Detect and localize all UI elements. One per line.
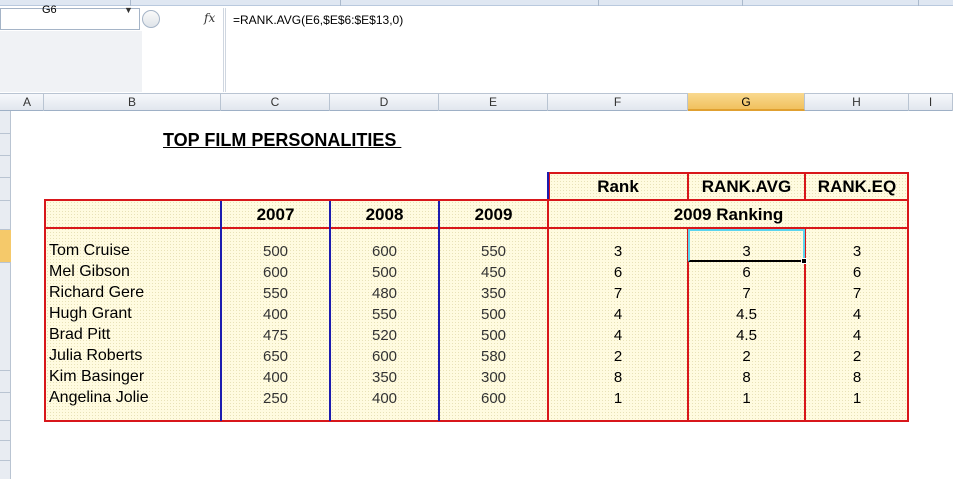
rank-value[interactable]: 4 [548, 327, 688, 344]
rank-eq-value[interactable]: 4 [805, 327, 909, 344]
score-2007[interactable]: 650 [221, 348, 330, 365]
rank-avg-value[interactable]: 7 [688, 285, 805, 302]
score-2009[interactable]: 300 [439, 369, 548, 386]
year-header-2009[interactable]: 2009 [439, 205, 548, 225]
column-header-f[interactable]: F [548, 93, 688, 111]
score-2008[interactable]: 400 [330, 390, 439, 407]
rank-eq-value[interactable]: 8 [805, 369, 909, 386]
insert-function-icon[interactable]: fx [204, 11, 215, 25]
score-2008[interactable]: 550 [330, 306, 439, 323]
score-2009[interactable]: 580 [439, 348, 548, 365]
score-2007[interactable]: 400 [221, 306, 330, 323]
row-header-selected[interactable] [0, 229, 11, 262]
column-header-h[interactable]: H [805, 93, 909, 111]
score-2009[interactable]: 450 [439, 264, 548, 281]
rank-eq-value[interactable]: 2 [805, 348, 909, 365]
rank-avg-value[interactable]: 4.5 [688, 327, 805, 344]
actor-name[interactable]: Richard Gere [49, 284, 144, 302]
rank-value[interactable]: 8 [548, 369, 688, 386]
row-divider [0, 133, 11, 134]
rank-eq-value[interactable]: 4 [805, 306, 909, 323]
score-2007[interactable]: 550 [221, 285, 330, 302]
column-header-c[interactable]: C [221, 93, 330, 111]
row-divider [0, 440, 11, 441]
actor-name[interactable]: Brad Pitt [49, 326, 110, 344]
name-box-value: G6 [42, 4, 57, 16]
score-2008[interactable]: 600 [330, 243, 439, 260]
score-2007[interactable]: 250 [221, 390, 330, 407]
rank-value[interactable]: 6 [548, 264, 688, 281]
score-2008[interactable]: 600 [330, 348, 439, 365]
row-divider [0, 460, 11, 461]
score-2007[interactable]: 500 [221, 243, 330, 260]
column-header-i[interactable]: I [909, 93, 953, 111]
rank-value[interactable]: 3 [548, 243, 688, 260]
rank-avg-value[interactable]: 4.5 [688, 306, 805, 323]
active-cell-selection[interactable] [688, 229, 805, 262]
score-2007[interactable]: 600 [221, 264, 330, 281]
chevron-down-icon[interactable]: ▼ [124, 5, 133, 15]
row-divider [0, 155, 11, 156]
rank-avg-value[interactable]: 6 [688, 264, 805, 281]
actor-name[interactable]: Kim Basinger [49, 368, 144, 386]
fill-handle[interactable] [801, 258, 807, 264]
score-2007[interactable]: 400 [221, 369, 330, 386]
row-divider [0, 392, 11, 393]
row-header-strip[interactable] [0, 111, 11, 479]
score-2008[interactable]: 480 [330, 285, 439, 302]
actor-name[interactable]: Angelina Jolie [49, 389, 149, 407]
column-header-g[interactable]: G [688, 93, 805, 111]
score-2009[interactable]: 500 [439, 327, 548, 344]
score-2009[interactable]: 600 [439, 390, 548, 407]
column-header-a[interactable]: A [11, 93, 44, 111]
name-box[interactable] [0, 8, 140, 30]
rank-avg-value[interactable]: 1 [688, 390, 805, 407]
score-2008[interactable]: 500 [330, 264, 439, 281]
rank-eq-value[interactable]: 7 [805, 285, 909, 302]
actor-name[interactable]: Julia Roberts [49, 347, 142, 365]
formula-text: =RANK.AVG(E6,$E$6:$E$13,0) [233, 13, 404, 27]
year-header-2007[interactable]: 2007 [221, 205, 330, 225]
row-divider [0, 262, 11, 263]
score-2009[interactable]: 500 [439, 306, 548, 323]
rank-avg-value[interactable]: 8 [688, 369, 805, 386]
score-2008[interactable]: 520 [330, 327, 439, 344]
rank-avg-value[interactable]: 2 [688, 348, 805, 365]
rank-value[interactable]: 2 [548, 348, 688, 365]
rank-eq-value[interactable]: 1 [805, 390, 909, 407]
column-header-b[interactable]: B [44, 93, 221, 111]
rank-avg-header[interactable]: RANK.AVG [688, 177, 805, 197]
row-divider [0, 370, 11, 371]
column-header-d[interactable]: D [330, 93, 439, 111]
rank-eq-header[interactable]: RANK.EQ [805, 177, 909, 197]
rank-eq-value[interactable]: 6 [805, 264, 909, 281]
rank-header[interactable]: Rank [548, 177, 688, 197]
score-2009[interactable]: 350 [439, 285, 548, 302]
row-divider [0, 229, 11, 230]
formula-bar-resize-handle[interactable] [142, 10, 160, 28]
rank-value[interactable]: 1 [548, 390, 688, 407]
year-header-2008[interactable]: 2008 [330, 205, 439, 225]
sheet-title: TOP FILM PERSONALITIES [163, 130, 402, 150]
score-2007[interactable]: 475 [221, 327, 330, 344]
actor-name[interactable]: Tom Cruise [49, 242, 130, 260]
rank-value[interactable]: 4 [548, 306, 688, 323]
actor-name[interactable]: Mel Gibson [49, 263, 130, 281]
score-2009[interactable]: 550 [439, 243, 548, 260]
column-header-e[interactable]: E [439, 93, 548, 111]
row-divider [0, 420, 11, 421]
rank-eq-value[interactable]: 3 [805, 243, 909, 260]
rank-value[interactable]: 7 [548, 285, 688, 302]
row-divider [0, 200, 11, 201]
score-2008[interactable]: 350 [330, 369, 439, 386]
actor-name[interactable]: Hugh Grant [49, 305, 132, 323]
ranking-header[interactable]: 2009 Ranking [548, 205, 909, 225]
row-divider [0, 177, 11, 178]
